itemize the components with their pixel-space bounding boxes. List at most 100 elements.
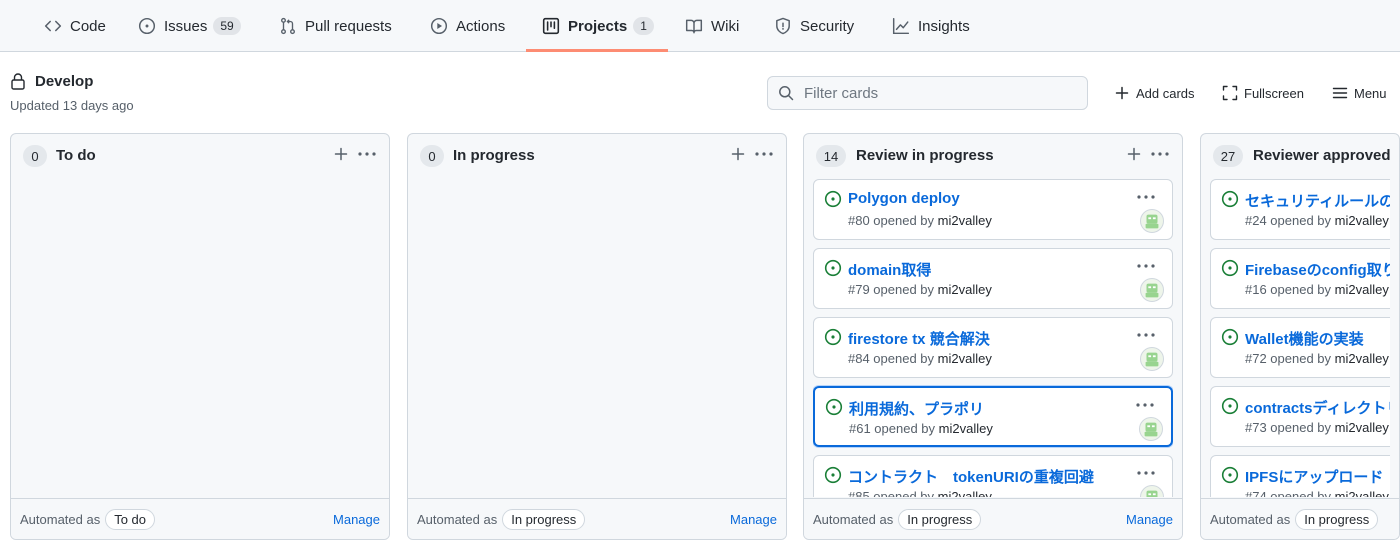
card-meta: #73 opened by mi2valley: [1245, 420, 1389, 435]
card-title[interactable]: contractsディレクトリ: [1245, 397, 1390, 418]
column-count-badge: 0: [420, 145, 444, 167]
filter-cards-input[interactable]: [804, 84, 1074, 102]
card-number: #61 opened by: [849, 421, 936, 436]
card-author[interactable]: mi2valley: [1335, 213, 1389, 228]
card-author[interactable]: mi2valley: [938, 213, 992, 228]
column-reviewer-approved: 27 Reviewer approved セキュリティルールの実装 #24 opene…: [1200, 133, 1400, 540]
card-meta: #79 opened by mi2valley: [848, 282, 992, 297]
card-number: #74 opened by: [1245, 489, 1332, 497]
card-number: #80 opened by: [848, 213, 935, 228]
automation-badge: To do: [105, 508, 156, 530]
project-card[interactable]: 利用規約、プラポリ #61 opened by mi2valley: [813, 386, 1173, 447]
card-title[interactable]: 利用規約、プラポリ: [849, 398, 984, 419]
avatar[interactable]: [1140, 485, 1164, 497]
card-more-icon[interactable]: [1136, 327, 1156, 343]
project-card[interactable]: firestore tx 競合解決 #84 opened by mi2valley: [813, 317, 1173, 378]
manage-link[interactable]: Manage: [730, 512, 777, 527]
project-card[interactable]: Polygon deploy #80 opened by mi2valley: [813, 179, 1173, 240]
avatar[interactable]: [1140, 209, 1164, 233]
project-card[interactable]: コントラクト tokenURIの重複回避 #85 opened by mi2val…: [813, 455, 1173, 497]
column-more-icon[interactable]: [1150, 146, 1170, 162]
card-author[interactable]: mi2valley: [1335, 489, 1389, 497]
card-author[interactable]: mi2valley: [939, 421, 993, 436]
card-title[interactable]: コントラクト tokenURIの重複回避: [848, 466, 1094, 487]
card-title[interactable]: Wallet機能の実装: [1245, 328, 1364, 349]
card-author[interactable]: mi2valley: [938, 351, 992, 366]
hamburger-icon: [1332, 85, 1348, 101]
project-card[interactable]: IPFSにアップロード #74 opened by mi2valley: [1210, 455, 1390, 497]
card-more-icon[interactable]: [1136, 465, 1156, 481]
card-title[interactable]: domain取得: [848, 259, 931, 280]
avatar[interactable]: [1140, 347, 1164, 371]
card-author[interactable]: mi2valley: [938, 282, 992, 297]
column-header: 14 Review in progress: [804, 134, 1182, 178]
card-title[interactable]: IPFSにアップロード: [1245, 466, 1383, 487]
column-review-in-progress: 14 Review in progress Polygon deploy #80 op…: [803, 133, 1183, 540]
project-card[interactable]: セキュリティルールの実装 #24 opened by mi2valley: [1210, 179, 1390, 240]
project-card[interactable]: domain取得 #79 opened by mi2valley: [813, 248, 1173, 309]
repo-nav: Code Issues 59 Pull requests Actions Pro…: [0, 0, 1400, 52]
card-title[interactable]: Polygon deploy: [848, 190, 960, 207]
card-meta: #72 opened by mi2valley: [1245, 351, 1389, 366]
add-card-icon[interactable]: [730, 146, 746, 162]
tab-label: Actions: [456, 17, 506, 35]
card-author[interactable]: mi2valley: [1335, 351, 1389, 366]
tab-label: Code: [70, 17, 106, 35]
project-card[interactable]: Wallet機能の実装 #72 opened by mi2valley: [1210, 317, 1390, 378]
lock-icon: [10, 72, 26, 90]
add-card-icon[interactable]: [333, 146, 349, 162]
card-number: #72 opened by: [1245, 351, 1332, 366]
manage-link[interactable]: Manage: [1126, 512, 1173, 527]
column-title: Review in progress: [856, 147, 994, 164]
open-issue-icon: [825, 398, 843, 416]
column-more-icon[interactable]: [357, 146, 377, 162]
avatar[interactable]: [1140, 278, 1164, 302]
card-list: [417, 179, 777, 497]
card-author[interactable]: mi2valley: [938, 489, 992, 497]
add-card-icon[interactable]: [1126, 146, 1142, 162]
card-more-icon[interactable]: [1136, 258, 1156, 274]
open-issue-icon: [824, 259, 842, 277]
project-card[interactable]: contractsディレクトリ #73 opened by mi2valley: [1210, 386, 1390, 447]
tab-security[interactable]: Security: [774, 0, 854, 52]
tab-wiki[interactable]: Wiki: [685, 0, 739, 52]
card-meta: #24 opened by mi2valley: [1245, 213, 1389, 228]
plus-icon: [1114, 85, 1130, 101]
project-name: Develop: [35, 72, 94, 90]
filter-cards-box[interactable]: [767, 76, 1088, 110]
tab-pull-requests[interactable]: Pull requests: [279, 0, 392, 52]
menu-button[interactable]: Menu: [1332, 82, 1387, 104]
add-cards-button[interactable]: Add cards: [1114, 82, 1195, 104]
play-icon: [430, 17, 448, 35]
column-more-icon[interactable]: [754, 146, 774, 162]
card-title[interactable]: firestore tx 競合解決: [848, 328, 990, 349]
card-more-icon[interactable]: [1135, 397, 1155, 413]
card-number: #16 opened by: [1245, 282, 1332, 297]
tab-label: Wiki: [711, 17, 740, 35]
add-cards-label: Add cards: [1136, 85, 1195, 101]
card-title[interactable]: セキュリティルールの実装: [1245, 190, 1390, 211]
card-number: #79 opened by: [848, 282, 935, 297]
tab-projects[interactable]: Projects 1: [542, 0, 654, 52]
card-title[interactable]: Firebaseのconfig取り込み: [1245, 259, 1390, 280]
automation-badge: In progress: [1295, 508, 1379, 530]
card-author[interactable]: mi2valley: [1335, 420, 1389, 435]
project-updated: Updated 13 days ago: [10, 98, 134, 113]
card-more-icon[interactable]: [1136, 189, 1156, 205]
card-author[interactable]: mi2valley: [1335, 282, 1389, 297]
tab-issues[interactable]: Issues 59: [138, 0, 241, 52]
column-header: 27 Reviewer approved: [1201, 134, 1399, 178]
fullscreen-icon: [1222, 85, 1238, 101]
project-card[interactable]: Firebaseのconfig取り込み #16 opened by mi2vall…: [1210, 248, 1390, 309]
open-issue-icon: [1221, 190, 1239, 208]
tab-insights[interactable]: Insights: [892, 0, 970, 52]
tab-actions[interactable]: Actions: [430, 0, 505, 52]
project-icon: [542, 17, 560, 35]
fullscreen-label: Fullscreen: [1244, 85, 1304, 101]
tab-code[interactable]: Code: [44, 0, 106, 52]
avatar[interactable]: [1139, 417, 1163, 441]
fullscreen-button[interactable]: Fullscreen: [1222, 82, 1304, 104]
card-meta: #85 opened by mi2valley: [848, 489, 992, 497]
manage-link[interactable]: Manage: [333, 512, 380, 527]
column-title: In progress: [453, 147, 535, 164]
